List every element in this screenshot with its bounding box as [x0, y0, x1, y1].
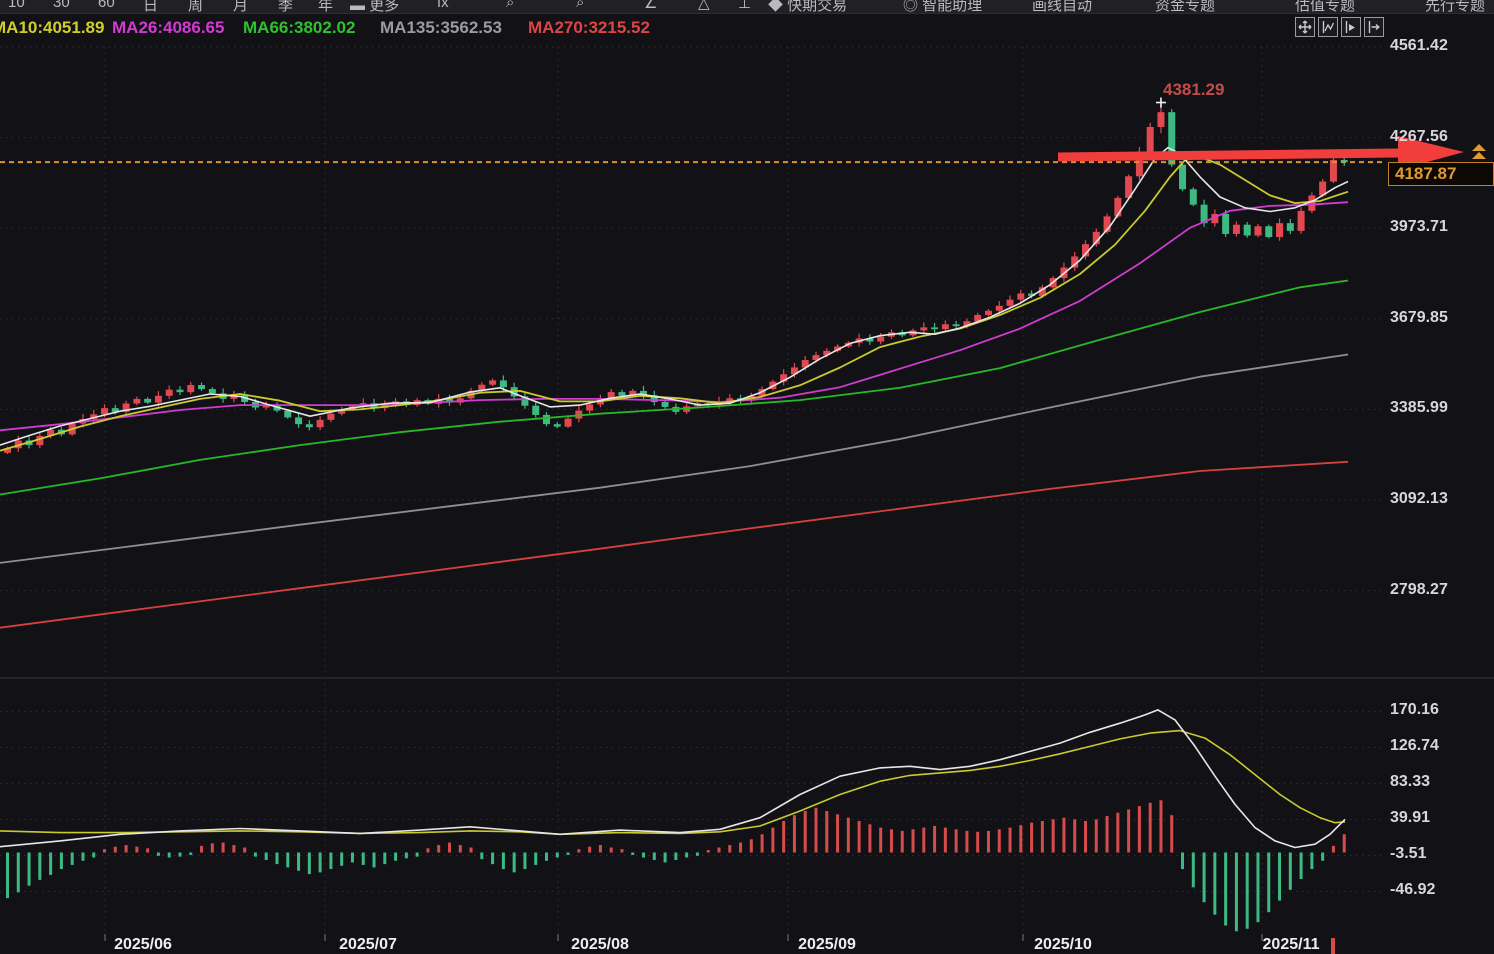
month-label: 2025/08	[571, 936, 629, 954]
indicator-axis-label: -3.51	[1390, 845, 1426, 863]
price-axis-label: 4561.42	[1390, 37, 1448, 55]
month-label: 2025/07	[339, 936, 397, 954]
month-label: 2025/09	[798, 936, 856, 954]
indicator-axis-label: 170.16	[1390, 701, 1439, 719]
indicator-axis-label: 83.33	[1390, 773, 1430, 791]
peak-price-label: 4381.29	[1163, 80, 1224, 100]
month-label: 2025/06	[114, 936, 172, 954]
last-price-value: 4187.87	[1395, 164, 1456, 183]
price-axis-label: 3092.13	[1390, 490, 1448, 508]
price-axis-label: 3973.71	[1390, 218, 1448, 236]
indicator-axis-label: 39.91	[1390, 809, 1430, 827]
trading-app: 103060日周月季年▬ 更多fx⌕⌕∠△⊥◆ 快期交易◎ 智能助理画线自动资金…	[0, 0, 1494, 954]
month-label: 2025/10	[1034, 936, 1092, 954]
indicator-axis-label: 126.74	[1390, 737, 1439, 755]
month-label: 2025/11	[1263, 936, 1320, 954]
chart-canvas[interactable]	[0, 0, 1494, 954]
price-axis-label: 3385.99	[1390, 399, 1448, 417]
price-axis-label: 3679.85	[1390, 309, 1448, 327]
last-price-tag: 4187.87	[1388, 162, 1494, 186]
price-axis-label: 4267.56	[1390, 128, 1448, 146]
price-axis-label: 2798.27	[1390, 581, 1448, 599]
indicator-axis-label: -46.92	[1390, 881, 1435, 899]
